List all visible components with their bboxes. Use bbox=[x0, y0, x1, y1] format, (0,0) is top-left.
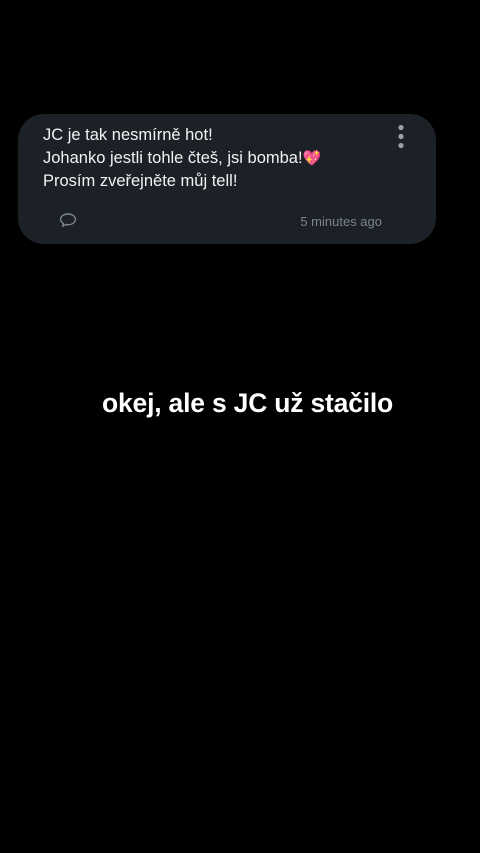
more-vertical-icon[interactable] bbox=[394, 124, 408, 150]
message-card[interactable]: JC je tak nesmírně hot! Johanko jestli t… bbox=[18, 114, 436, 244]
sparkling-heart-emoji: 💖 bbox=[302, 150, 322, 167]
message-line-1: JC je tak nesmírně hot! bbox=[43, 126, 213, 144]
message-text: JC je tak nesmírně hot! Johanko jestli t… bbox=[43, 124, 373, 193]
comment-bubble-icon[interactable] bbox=[59, 212, 77, 228]
overlay-caption: okej, ale s JC už stačilo bbox=[93, 381, 401, 425]
message-line-3: Prosím zveřejněte můj tell! bbox=[43, 172, 238, 190]
post-timestamp: 5 minutes ago bbox=[300, 214, 382, 229]
message-line-2-text: Johanko jestli tohle čteš, jsi bomba! bbox=[43, 149, 303, 167]
message-line-2: Johanko jestli tohle čteš, jsi bomba!💖 bbox=[43, 147, 373, 170]
